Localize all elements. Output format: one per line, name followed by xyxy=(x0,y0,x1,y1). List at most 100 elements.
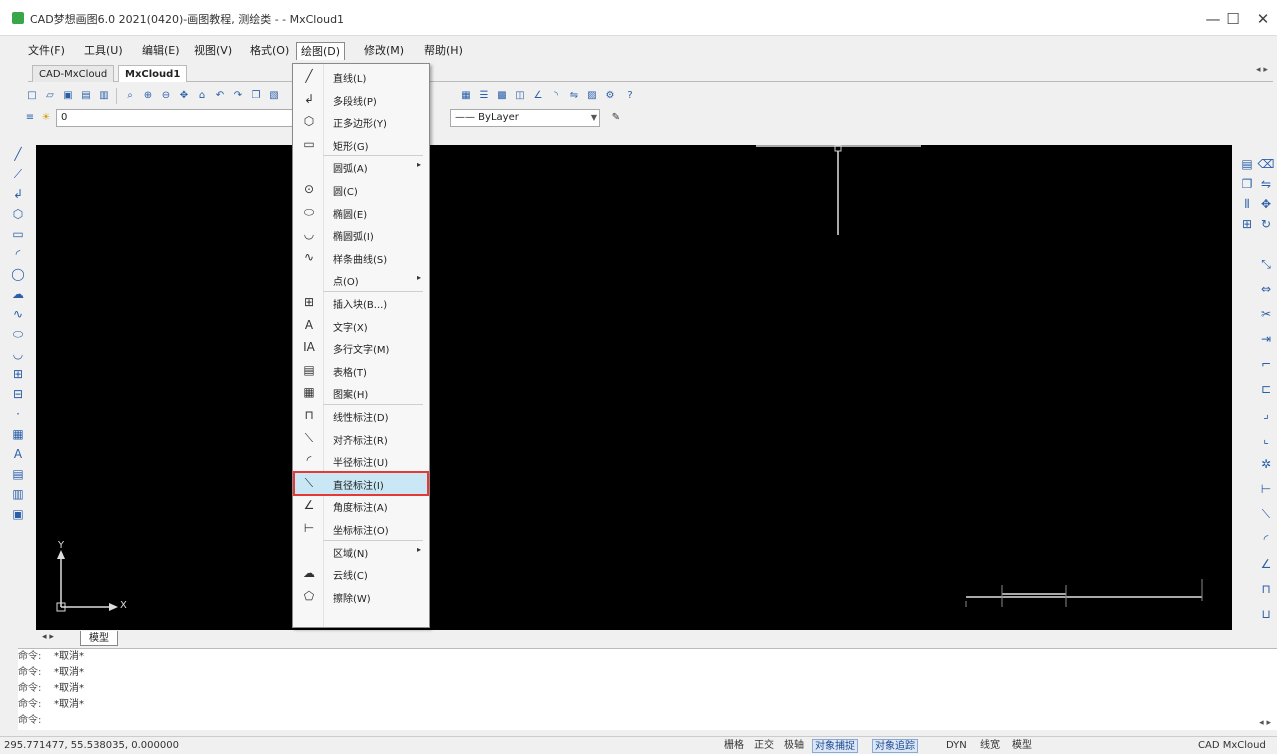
menu-draw[interactable]: 绘图(D) xyxy=(296,42,346,60)
dimension-aligned-icon[interactable]: ⟍ xyxy=(1257,505,1275,523)
move-icon[interactable]: ✥ xyxy=(1257,195,1275,213)
polyline-tool-icon[interactable]: ↲ xyxy=(9,185,27,203)
undo-icon[interactable]: ↶ xyxy=(212,88,228,104)
construction-line-icon[interactable]: ⟋ xyxy=(9,165,27,183)
dimension-angular-icon[interactable]: ∠ xyxy=(1257,555,1275,573)
dimension-baseline-icon[interactable]: ⊓ xyxy=(1257,580,1275,598)
line-tool-icon[interactable]: ╱ xyxy=(9,145,27,163)
menu-item-ellipse[interactable]: ⬭ 椭圆(E) xyxy=(295,202,427,223)
menu-item-rectangle[interactable]: ▭ 矩形(G) xyxy=(295,134,427,155)
spline-tool-icon[interactable]: ∿ xyxy=(9,305,27,323)
image-tool-icon[interactable]: ▣ xyxy=(9,505,27,523)
block-icon[interactable]: ◫ xyxy=(512,88,528,104)
copy-icon[interactable]: ❐ xyxy=(248,88,264,104)
menu-item-spline[interactable]: ∿ 样条曲线(S) xyxy=(295,247,427,268)
doc-tab-scroll-arrows[interactable]: ◂ ▸ xyxy=(1251,65,1273,81)
offset-icon[interactable]: ⫴ xyxy=(1238,195,1256,213)
menu-item-mtext[interactable]: IA 多行文字(M) xyxy=(295,337,427,358)
text-tool-icon[interactable]: A xyxy=(9,445,27,463)
rotate-icon[interactable]: ↻ xyxy=(1257,215,1275,233)
break-icon[interactable]: ⌐ xyxy=(1257,355,1275,373)
status-model-toggle[interactable]: 模型 xyxy=(1010,739,1034,753)
drawing-canvas[interactable]: Y X xyxy=(36,145,1232,630)
menu-file[interactable]: 文件(F) xyxy=(24,42,69,60)
menu-item-point[interactable]: 点(O) ▸ xyxy=(295,269,427,290)
menu-item-linear-dimension[interactable]: ⊓ 线性标注(D) xyxy=(295,405,427,426)
doc-tab-mxcloud1[interactable]: MxCloud1 xyxy=(118,65,188,82)
menu-edit[interactable]: 编辑(E) xyxy=(138,42,184,60)
status-dyn-toggle[interactable]: DYN xyxy=(944,739,969,753)
properties-icon[interactable]: ▦ xyxy=(458,88,474,104)
chamfer-icon[interactable]: ⌟ xyxy=(1257,405,1275,423)
hatch-tool-icon[interactable]: ▦ xyxy=(9,425,27,443)
menu-item-text[interactable]: A 文字(X) xyxy=(295,315,427,336)
scale-icon[interactable]: ⤡ xyxy=(1257,255,1275,273)
close-button[interactable]: ✕ xyxy=(1243,6,1277,32)
open-file-icon[interactable]: ▱ xyxy=(42,88,58,104)
trim-icon[interactable]: ✂ xyxy=(1257,305,1275,323)
stretch-icon[interactable]: ⇔ xyxy=(1257,280,1275,298)
measure-icon[interactable]: ∠ xyxy=(530,88,546,104)
status-osnap-toggle[interactable]: 对象捕捉 xyxy=(812,739,858,753)
layer-combo[interactable]: 0 ▼ xyxy=(56,109,304,127)
lineweight-icon[interactable]: ✎ xyxy=(608,110,624,126)
menu-item-angular-dimension[interactable]: ∠ 角度标注(A) xyxy=(295,495,427,516)
menu-item-insert-block[interactable]: ⊞ 插入块(B...) xyxy=(295,292,427,313)
image-icon[interactable]: ▨ xyxy=(584,88,600,104)
menu-help[interactable]: 帮助(H) xyxy=(420,42,467,60)
match-properties-icon[interactable]: ⌂ xyxy=(194,88,210,104)
command-input-prompt[interactable]: 命令: xyxy=(18,715,54,727)
mirror-object-icon[interactable]: ⇋ xyxy=(1257,175,1275,193)
menu-item-cloud[interactable]: ☁ 云线(C) xyxy=(295,563,427,584)
menu-item-aligned-dimension[interactable]: ⟍ 对齐标注(R) xyxy=(295,428,427,449)
layout-tab-model[interactable]: 模型 xyxy=(80,631,118,646)
dimension-radius-icon[interactable]: ◜ xyxy=(1257,530,1275,548)
rectangle-tool-icon[interactable]: ▭ xyxy=(9,225,27,243)
properties-panel-icon[interactable]: ▤ xyxy=(1238,155,1256,173)
dimension-continue-icon[interactable]: ⊔ xyxy=(1257,605,1275,623)
help-icon[interactable]: ? xyxy=(622,88,638,104)
design-center-icon[interactable]: ▩ xyxy=(494,88,510,104)
zoom-realtime-icon[interactable]: ⊕ xyxy=(140,88,156,104)
layout-tab-nav[interactable]: ◂ ▸ xyxy=(42,632,54,642)
redo-icon[interactable]: ↷ xyxy=(230,88,246,104)
extend-icon[interactable]: ⇥ xyxy=(1257,330,1275,348)
new-file-icon[interactable]: □ xyxy=(24,88,40,104)
dimension-linear-icon[interactable]: ⊢ xyxy=(1257,480,1275,498)
zoom-window-icon[interactable]: ⌕ xyxy=(122,88,138,104)
make-block-icon[interactable]: ⊟ xyxy=(9,385,27,403)
polygon-tool-icon[interactable]: ⬡ xyxy=(9,205,27,223)
ellipse-tool-icon[interactable]: ⬭ xyxy=(9,325,27,343)
menu-item-ellipse-arc[interactable]: ◡ 椭圆弧(I) xyxy=(295,224,427,245)
layer-state-icon[interactable]: ≡ xyxy=(22,110,38,126)
paste-icon[interactable]: ▧ xyxy=(266,88,282,104)
doc-tab-cad-mxcloud[interactable]: CAD-MxCloud xyxy=(32,65,115,82)
layer-manager-icon[interactable]: ☰ xyxy=(476,88,492,104)
pan-icon[interactable]: ✥ xyxy=(176,88,192,104)
ellipse-arc-tool-icon[interactable]: ◡ xyxy=(9,345,27,363)
settings-icon[interactable]: ⚙ xyxy=(602,88,618,104)
menu-item-line[interactable]: ╱ 直线(L) xyxy=(295,66,427,87)
mirror-icon[interactable]: ⇋ xyxy=(566,88,582,104)
point-tool-icon[interactable]: · xyxy=(9,405,27,423)
status-otrack-toggle[interactable]: 对象追踪 xyxy=(872,739,918,753)
copy-object-icon[interactable]: ❐ xyxy=(1238,175,1256,193)
menu-item-ordinate-dimension[interactable]: ⊢ 坐标标注(O) xyxy=(295,518,427,539)
status-ortho-toggle[interactable]: 正交 xyxy=(752,739,776,753)
table-tool-icon[interactable]: ▤ xyxy=(9,465,27,483)
fillet-icon[interactable]: ⌞ xyxy=(1257,430,1275,448)
insert-block-tool-icon[interactable]: ⊞ xyxy=(9,365,27,383)
status-lineweight-toggle[interactable]: 线宽 xyxy=(978,739,1002,753)
menu-item-polygon[interactable]: ⬡ 正多边形(Y) xyxy=(295,111,427,132)
status-grid-toggle[interactable]: 栅格 xyxy=(722,739,746,753)
save-icon[interactable]: ▣ xyxy=(60,88,76,104)
arc-tool-icon[interactable]: ◜ xyxy=(9,245,27,263)
zoom-previous-icon[interactable]: ⊖ xyxy=(158,88,174,104)
revcloud-tool-icon[interactable]: ☁ xyxy=(9,285,27,303)
command-scroll-buttons[interactable]: ◂ ▸ xyxy=(1259,718,1271,728)
menu-item-table[interactable]: ▤ 表格(T) xyxy=(295,360,427,381)
arc-tool-icon[interactable]: ◝ xyxy=(548,88,564,104)
layer-on-icon[interactable]: ☀ xyxy=(38,110,54,126)
menu-item-radius-dimension[interactable]: ◜ 半径标注(U) xyxy=(295,450,427,471)
erase-icon[interactable]: ⌫ xyxy=(1257,155,1275,173)
